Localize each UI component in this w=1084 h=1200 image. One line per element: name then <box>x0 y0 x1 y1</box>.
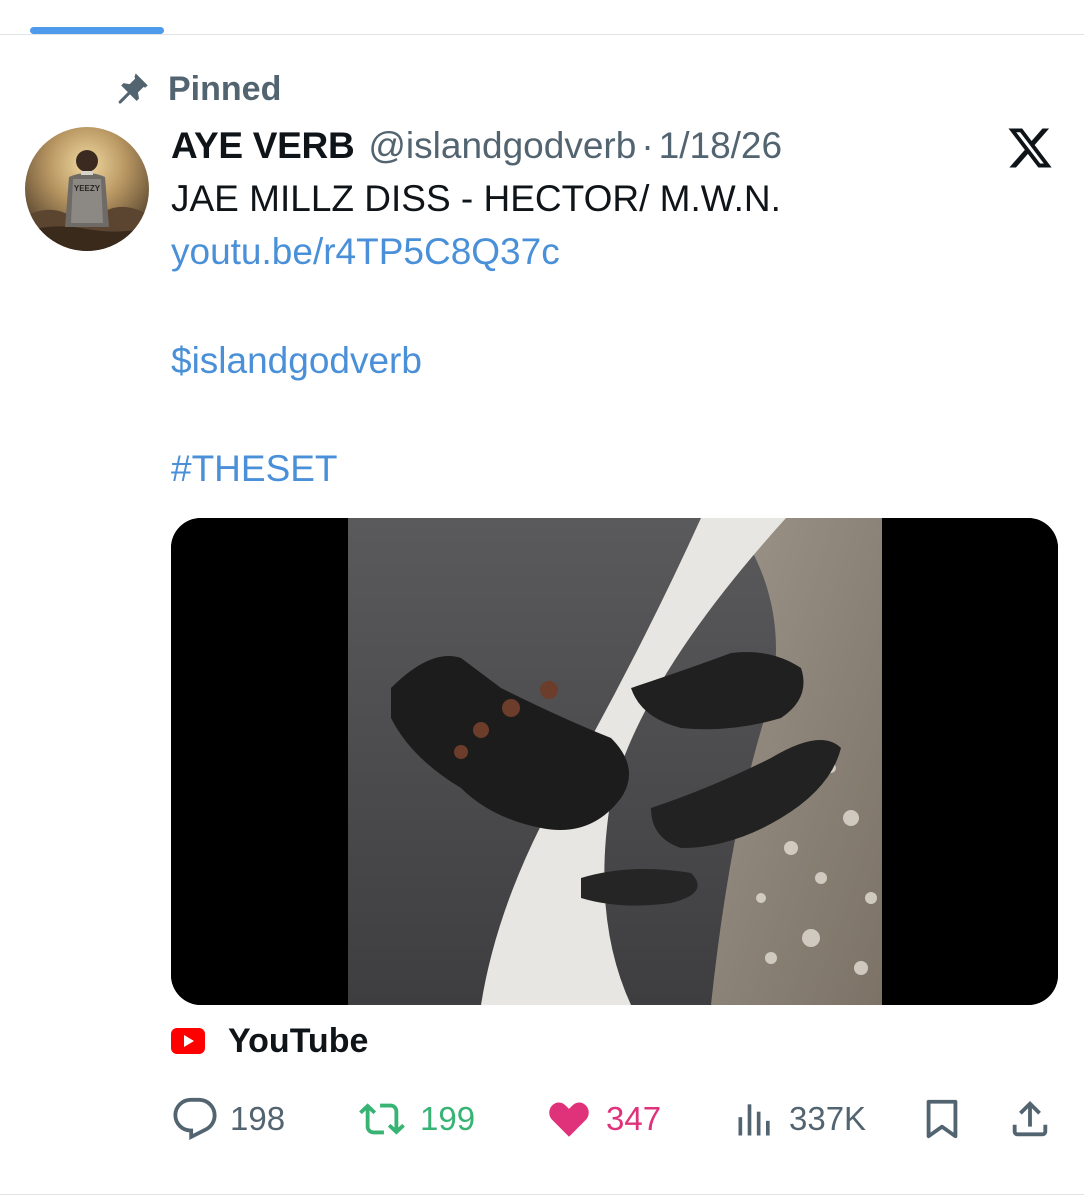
x-logo-icon[interactable] <box>1006 124 1054 172</box>
reply-icon <box>173 1097 217 1141</box>
avatar-image: YEEZY <box>25 127 149 251</box>
header-separator: · <box>641 125 654 166</box>
share-button[interactable] <box>1007 1094 1053 1144</box>
tweet-text: JAE MILLZ DISS - HECTOR/ M.W.N. <box>171 178 781 219</box>
pin-icon <box>118 73 148 104</box>
reply-count: 198 <box>230 1100 286 1137</box>
top-divider <box>0 34 1084 35</box>
video-thumbnail <box>171 518 1058 1005</box>
pinned-label: Pinned <box>168 69 282 108</box>
bookmark-button[interactable] <box>919 1094 965 1144</box>
repost-icon <box>359 1103 405 1135</box>
media-source[interactable]: YouTube <box>171 1020 368 1062</box>
author-display-name[interactable]: AYE VERB <box>171 125 355 167</box>
svg-text:YEEZY: YEEZY <box>74 184 101 193</box>
views-count: 337K <box>789 1100 867 1137</box>
heart-icon <box>549 1102 589 1137</box>
media-card[interactable] <box>171 518 1058 1005</box>
media-source-label: YouTube <box>228 1021 369 1060</box>
bottom-divider <box>0 1194 1084 1195</box>
tweet-header: AYE VERB @islandgodverb · 1/18/26 <box>171 122 782 170</box>
author-handle[interactable]: @islandgodverb <box>368 125 636 167</box>
views-button[interactable]: 337K <box>733 1094 866 1144</box>
active-tab-indicator <box>30 27 164 34</box>
youtube-icon <box>171 1028 205 1054</box>
reply-button[interactable]: 198 <box>172 1094 285 1144</box>
like-count: 347 <box>606 1100 662 1137</box>
bookmark-icon <box>926 1099 958 1139</box>
tweet-date[interactable]: 1/18/26 <box>659 125 782 167</box>
cashtag-link[interactable]: $islandgodverb <box>171 340 422 382</box>
action-bar: 198 199 347 337K <box>0 1094 1084 1144</box>
repost-button[interactable]: 199 <box>356 1094 475 1144</box>
hashtag-link[interactable]: #THESET <box>171 448 338 490</box>
share-icon <box>1012 1100 1048 1137</box>
avatar[interactable]: YEEZY <box>25 127 149 251</box>
youtube-link[interactable]: youtu.be/r4TP5C8Q37c <box>171 231 560 273</box>
pinned-indicator: Pinned <box>112 66 281 112</box>
views-icon <box>738 1104 770 1136</box>
repost-count: 199 <box>420 1100 476 1137</box>
like-button[interactable]: 347 <box>544 1094 661 1144</box>
